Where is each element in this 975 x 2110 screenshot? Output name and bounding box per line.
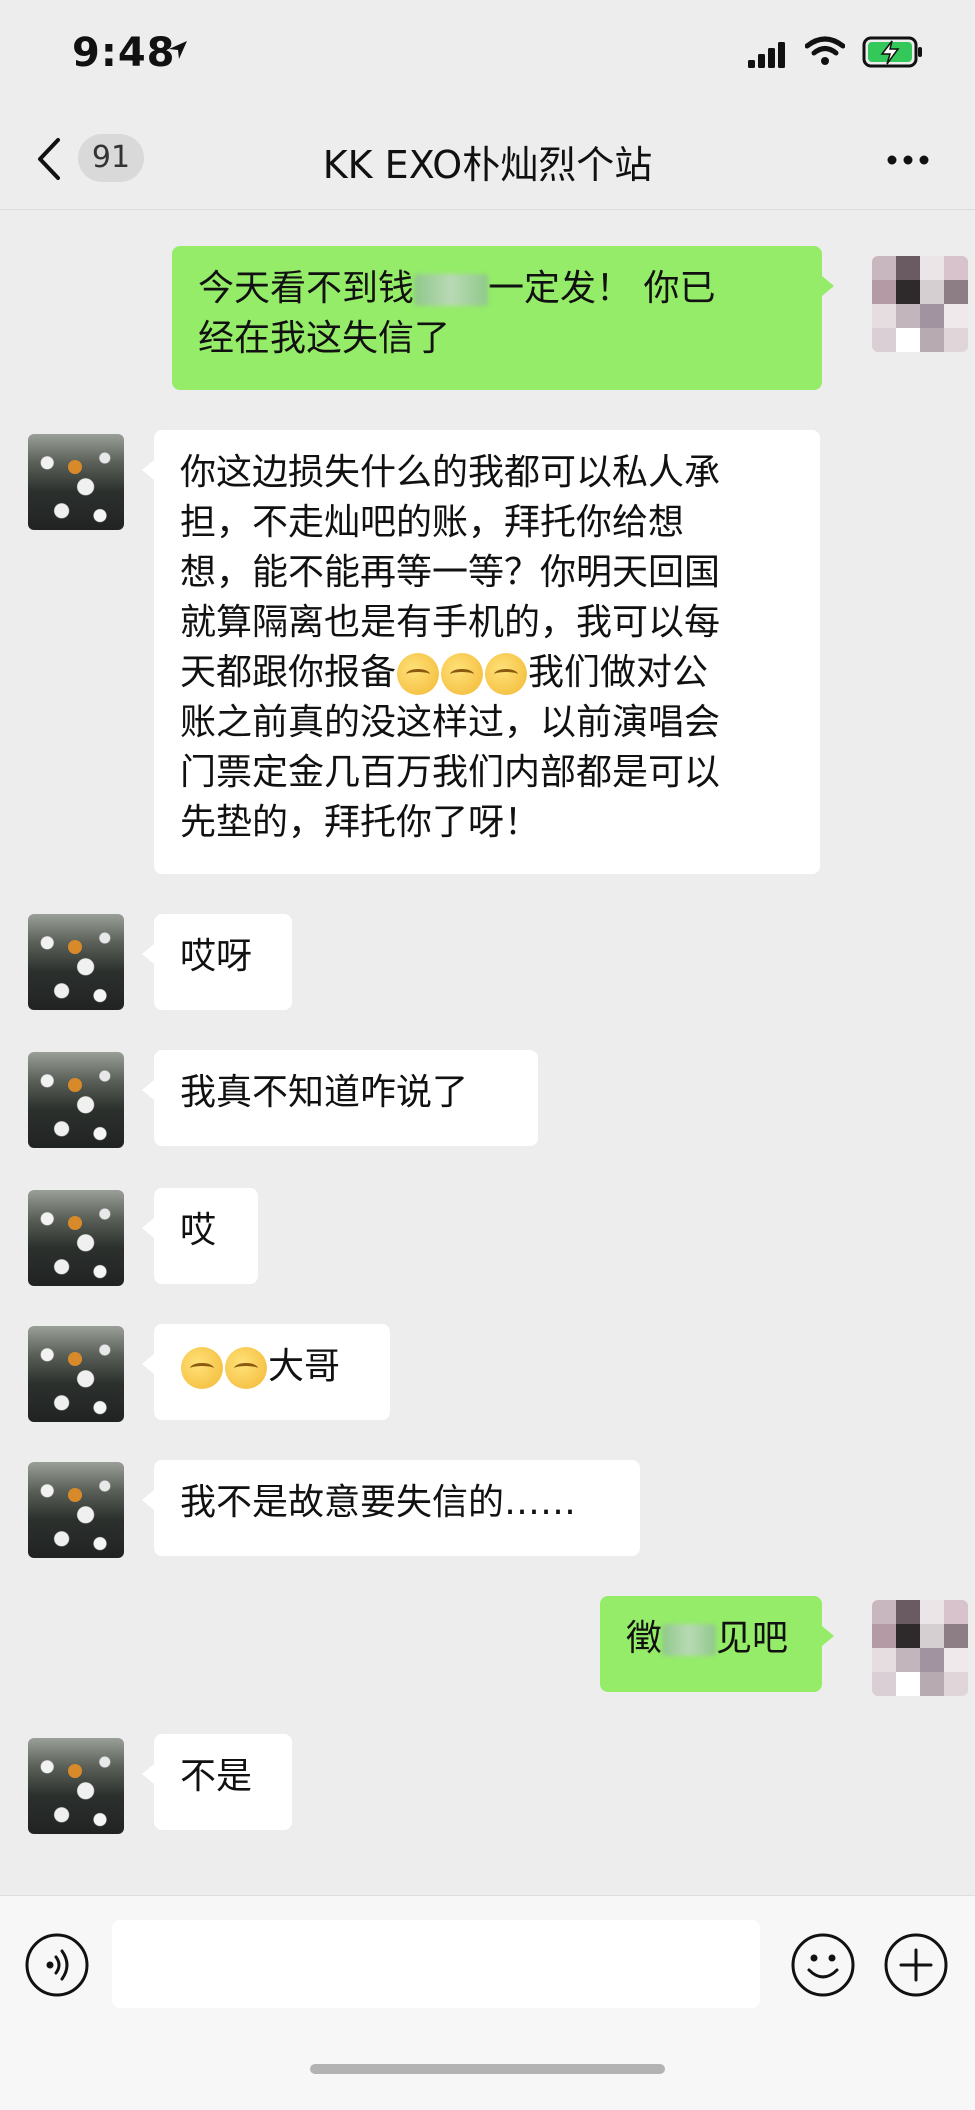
message-text: 哎呀 (180, 936, 253, 977)
contact-avatar[interactable] (28, 434, 124, 530)
add-icon[interactable] (883, 1932, 949, 1998)
message-text: 哎 (180, 1210, 217, 1251)
more-dots-icon[interactable] (886, 154, 930, 166)
header-divider (0, 209, 975, 210)
chat-header: 91 KK EXO朴灿烈个站 (0, 110, 975, 210)
sick-emoji-icon (181, 1347, 223, 1389)
wifi-icon (805, 36, 845, 65)
contact-avatar[interactable] (28, 914, 124, 1010)
incoming-message-bubble[interactable]: 你这边损失什么的我都可以私人承 担，不走灿吧的账，拜托你给想 想，能不能再等一等… (142, 430, 820, 874)
contact-avatar[interactable] (28, 1052, 124, 1148)
facepalm-emoji-icon (441, 653, 484, 695)
facepalm-emoji-icon (485, 653, 528, 695)
contact-avatar[interactable] (28, 1326, 124, 1422)
message-text: 今天看不到钱 (198, 268, 415, 309)
incoming-message-bubble[interactable]: 我真不知道咋说了 (142, 1050, 538, 1146)
battery-charging-icon (862, 36, 922, 68)
chat-title: KK EXO朴灿烈个站 (322, 143, 653, 187)
message-text: 账之前真的没这样过，以前演唱会 (180, 702, 721, 743)
message-text: 徵 (626, 1618, 663, 1659)
outgoing-message-bubble[interactable]: 徵 见吧 (600, 1596, 834, 1692)
message-text: 我不是故意要失信的…… (180, 1482, 577, 1523)
incoming-message-bubble[interactable]: 不是 (142, 1734, 292, 1830)
message-text: 经在我这失信了 (198, 318, 451, 359)
contact-avatar[interactable] (28, 1190, 124, 1286)
contact-avatar[interactable] (28, 1738, 124, 1834)
message-text: 不是 (180, 1756, 253, 1797)
incoming-message-bubble[interactable]: 大哥 (142, 1324, 390, 1420)
message-text: 你这边损失什么的我都可以私人承 (180, 452, 721, 493)
message-text: 门票定金几百万我们内部都是可以 (180, 752, 721, 793)
message-text: 见吧 (716, 1618, 789, 1659)
sick-emoji-icon (225, 1347, 267, 1389)
status-time: 9:48 (72, 30, 176, 76)
voice-input-icon[interactable] (24, 1932, 90, 1998)
emoji-icon[interactable] (790, 1932, 856, 1998)
message-input[interactable] (112, 1920, 760, 2008)
message-text: 大哥 (268, 1346, 341, 1387)
incoming-message-bubble[interactable]: 哎呀 (142, 914, 292, 1010)
home-indicator (310, 2064, 665, 2074)
message-text: 天都跟你报备 (180, 652, 397, 693)
message-text: 我真不知道咋说了 (180, 1072, 469, 1113)
self-avatar[interactable] (872, 256, 968, 352)
incoming-message-bubble[interactable]: 哎 (142, 1188, 258, 1284)
incoming-message-bubble[interactable]: 我不是故意要失信的…… (142, 1460, 640, 1556)
facepalm-emoji-icon (397, 653, 440, 695)
contact-avatar[interactable] (28, 1462, 124, 1558)
location-arrow-icon (169, 41, 187, 59)
status-bar: 9:48 (0, 0, 975, 110)
redacted-text (662, 1624, 717, 1656)
self-avatar[interactable] (872, 1600, 968, 1696)
cellular-signal-icon (748, 42, 785, 68)
message-text: 想，能不能再等一等？你明天回国 (180, 552, 721, 593)
input-toolbar (0, 1895, 975, 2110)
message-text: 担，不走灿吧的账，拜托你给想 (180, 502, 685, 543)
message-text: 一定发！ 你已 (488, 268, 716, 309)
message-text: 就算隔离也是有手机的，我可以每 (180, 602, 721, 643)
message-text: 我们做对公 (528, 652, 709, 693)
outgoing-message-bubble[interactable]: 今天看不到钱 一定发！ 你已 经在我这失信了 (172, 246, 834, 390)
message-text: 先垫的，拜托你了呀！ (180, 802, 541, 843)
redacted-text (414, 274, 489, 306)
